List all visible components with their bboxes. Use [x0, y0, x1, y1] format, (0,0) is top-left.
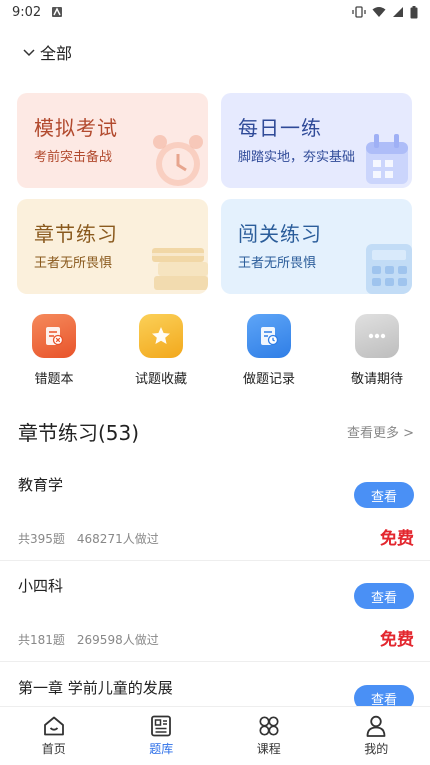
done-count: 468271人做过	[77, 530, 159, 547]
item-name: 第一章 学前儿童的发展	[18, 677, 173, 698]
question-count: 共395题	[18, 530, 65, 547]
chapter-practice-card[interactable]: 章节练习 王者无所畏惧	[17, 199, 208, 294]
mock-exam-card[interactable]: 模拟考试 考前突击备战	[17, 93, 208, 188]
price-badge: 免费	[380, 524, 414, 549]
status-time: 9:02	[12, 5, 41, 20]
quick-action-favorites[interactable]: 试题收藏	[118, 314, 204, 387]
wifi-icon	[372, 6, 386, 18]
scope-selector[interactable]: 全部	[22, 40, 72, 64]
price-badge: 免费	[380, 625, 414, 650]
card-title: 章节练习	[34, 218, 118, 247]
calendar-icon	[358, 130, 412, 188]
tab-label: 首页	[42, 740, 66, 757]
star-icon	[139, 314, 183, 358]
quick-action-label: 错题本	[11, 368, 97, 387]
chevron-down-icon	[22, 45, 36, 59]
scope-label: 全部	[40, 40, 72, 64]
books-icon	[148, 236, 208, 294]
vibrate-icon	[352, 6, 366, 18]
quick-action-label: 做题记录	[226, 368, 312, 387]
more-icon	[355, 314, 399, 358]
course-icon	[257, 715, 281, 737]
list-item[interactable]: 教育学 查看 共395题 468271人做过 免费	[0, 460, 430, 561]
bottom-tab-bar: 首页 题库 课程 我的	[0, 706, 430, 765]
tab-label: 课程	[257, 740, 281, 757]
quick-action-records[interactable]: 做题记录	[226, 314, 312, 387]
section-title: 章节练习(53)	[18, 417, 139, 446]
tab-home[interactable]: 首页	[0, 707, 108, 765]
question-bank-icon	[149, 715, 173, 737]
quick-action-label: 试题收藏	[118, 368, 204, 387]
card-subtitle: 考前突击备战	[34, 146, 112, 165]
list-item[interactable]: 小四科 查看 共181题 269598人做过 免费	[0, 561, 430, 662]
home-icon	[42, 715, 66, 737]
daily-practice-card[interactable]: 每日一练 脚踏实地，夯实基础	[221, 93, 412, 188]
card-title: 每日一练	[238, 112, 322, 141]
done-count: 269598人做过	[77, 631, 159, 648]
card-subtitle: 脚踏实地，夯实基础	[238, 146, 355, 165]
notification-icon	[51, 6, 63, 18]
card-subtitle: 王者无所畏惧	[34, 252, 112, 271]
item-meta: 共181题 269598人做过	[18, 631, 159, 648]
calculator-icon	[360, 236, 412, 294]
question-count: 共181题	[18, 631, 65, 648]
record-icon	[247, 314, 291, 358]
alarm-clock-icon	[148, 128, 208, 188]
tab-label: 我的	[364, 740, 388, 757]
view-more-link[interactable]: 查看更多 >	[347, 422, 414, 441]
item-name: 教育学	[18, 474, 63, 495]
error-book-icon	[32, 314, 76, 358]
signal-icon	[392, 6, 404, 18]
card-subtitle: 王者无所畏惧	[238, 252, 316, 271]
tab-course[interactable]: 课程	[215, 707, 323, 765]
quick-action-error-book[interactable]: 错题本	[11, 314, 97, 387]
tab-profile[interactable]: 我的	[323, 707, 430, 765]
view-button[interactable]: 查看	[354, 482, 414, 508]
view-button[interactable]: 查看	[354, 583, 414, 609]
quick-action-label: 敬请期待	[334, 368, 420, 387]
quick-action-coming-soon[interactable]: 敬请期待	[334, 314, 420, 387]
status-bar: 9:02	[0, 0, 430, 24]
card-title: 模拟考试	[34, 112, 118, 141]
tab-label: 题库	[149, 740, 173, 757]
profile-icon	[364, 715, 388, 737]
level-practice-card[interactable]: 闯关练习 王者无所畏惧	[221, 199, 412, 294]
item-meta: 共395题 468271人做过	[18, 530, 159, 547]
battery-icon	[410, 6, 418, 19]
card-title: 闯关练习	[238, 218, 322, 247]
section-header: 章节练习(53) 查看更多 >	[18, 416, 414, 446]
tab-question-bank[interactable]: 题库	[108, 707, 216, 765]
item-name: 小四科	[18, 575, 63, 596]
